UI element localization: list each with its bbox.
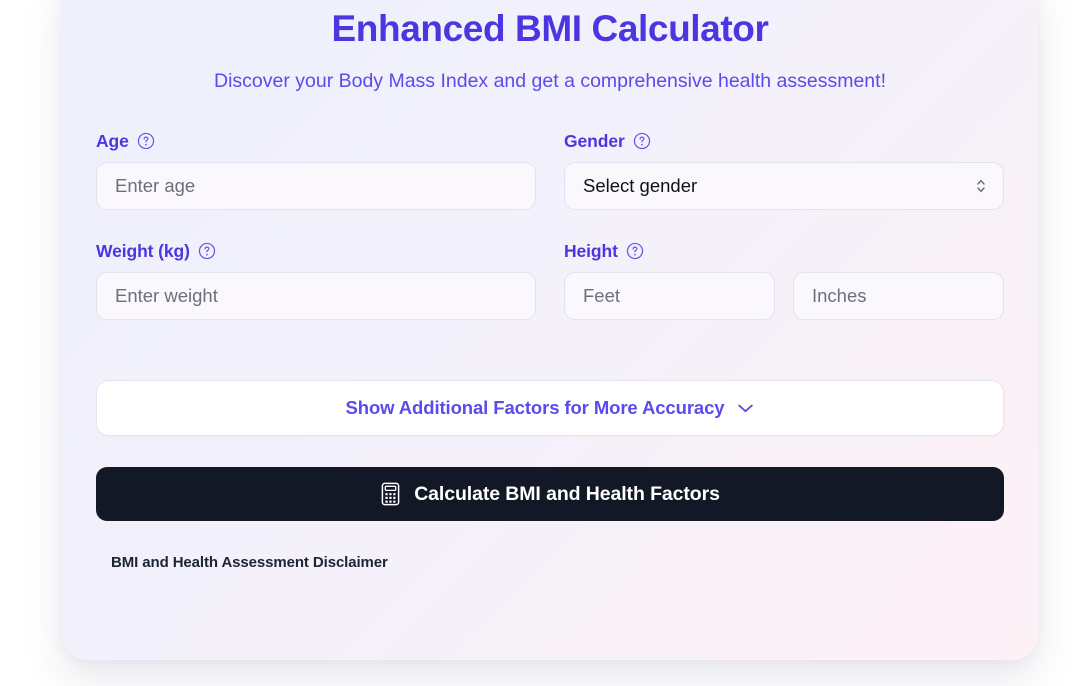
label-gender: Gender (564, 132, 1004, 150)
calculate-bmi-button[interactable]: Calculate BMI and Health Factors (96, 467, 1004, 522)
height-inches-input[interactable]: Inches (793, 272, 1004, 321)
gender-select-value: Select gender (583, 175, 698, 197)
page-subtitle: Discover your Body Mass Index and get a … (213, 70, 886, 93)
label-height-text: Height (564, 240, 618, 261)
show-additional-factors-button[interactable]: Show Additional Factors for More Accurac… (96, 380, 1004, 437)
field-height: Height Feet Inches (564, 242, 1004, 321)
label-weight: Weight (kg) (96, 242, 536, 260)
label-gender-text: Gender (564, 130, 625, 151)
height-feet-placeholder: Feet (583, 285, 621, 307)
page-title: Enhanced BMI Calculator (331, 8, 769, 49)
field-gender: Gender Select gender (564, 132, 1004, 211)
help-circle-icon[interactable] (198, 242, 216, 260)
height-feet-input[interactable]: Feet (564, 272, 775, 321)
disclaimer-text[interactable]: BMI and Health Assessment Disclaimer (96, 554, 1004, 571)
chevron-up-down-icon (975, 175, 987, 197)
label-weight-text: Weight (kg) (96, 240, 190, 261)
label-age: Age (96, 132, 536, 150)
age-input[interactable]: Enter age (96, 162, 536, 211)
help-circle-icon[interactable] (633, 132, 651, 150)
bmi-form: Age Enter age Gender Select gender Weigh… (96, 132, 1004, 321)
label-age-text: Age (96, 130, 129, 151)
gender-select[interactable]: Select gender (564, 162, 1004, 211)
help-circle-icon[interactable] (137, 132, 155, 150)
weight-input-placeholder: Enter weight (115, 285, 218, 307)
show-additional-factors-label: Show Additional Factors for More Accurac… (345, 397, 725, 419)
label-height: Height (564, 242, 1004, 260)
chevron-down-icon (737, 402, 754, 414)
calculate-bmi-label: Calculate BMI and Health Factors (414, 482, 720, 505)
page-root: Enhanced BMI Calculator Discover your Bo… (0, 0, 1080, 686)
bmi-calculator-card: Enhanced BMI Calculator Discover your Bo… (62, 0, 1038, 660)
field-weight: Weight (kg) Enter weight (96, 242, 536, 321)
help-circle-icon[interactable] (626, 242, 644, 260)
calculator-icon (380, 482, 401, 506)
field-age: Age Enter age (96, 132, 536, 211)
weight-input[interactable]: Enter weight (96, 272, 536, 321)
age-input-placeholder: Enter age (115, 175, 196, 197)
height-inches-placeholder: Inches (812, 285, 867, 307)
height-inputs: Feet Inches (564, 272, 1004, 321)
